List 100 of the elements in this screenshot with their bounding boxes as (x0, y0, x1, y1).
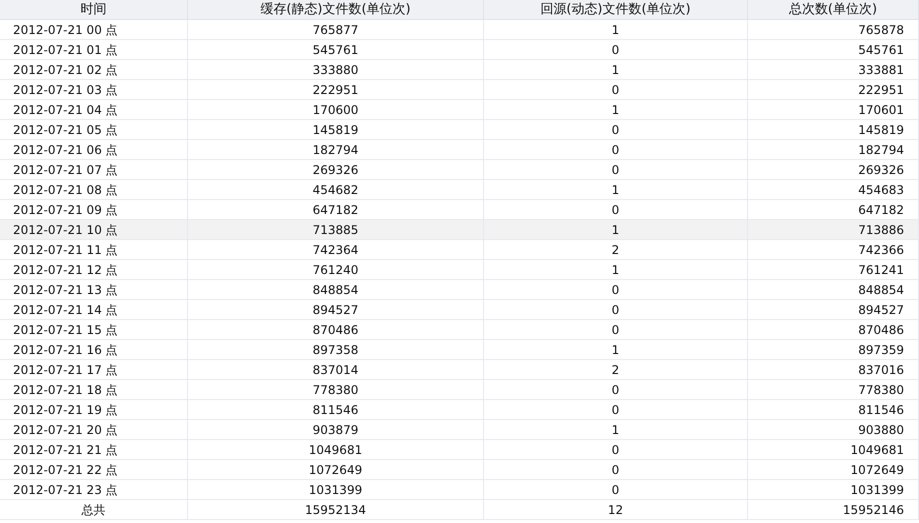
table-row[interactable]: 2012-07-21 20 点 903879 1 903880 (0, 420, 919, 440)
total-cell-text: 15952134 (304, 502, 366, 518)
table-cell-text: 897359 (858, 342, 905, 358)
table-row[interactable]: 2012-07-21 12 点 761240 1 761241 (0, 260, 919, 280)
table-row[interactable]: 2012-07-21 05 点 145819 0 145819 (0, 120, 919, 140)
table-cell-text: 0 (612, 382, 620, 398)
table-row[interactable]: 2012-07-21 16 点 897358 1 897359 (0, 340, 919, 360)
table-cell-text: 742366 (858, 242, 905, 258)
table-cell-text: 222951 (312, 82, 358, 98)
table-row[interactable]: 2012-07-21 07 点 269326 0 269326 (0, 160, 919, 180)
table-row[interactable]: 2012-07-21 10 点 713885 1 713886 (0, 220, 919, 240)
table-cell-text: 2012-07-21 11 点 (12, 242, 118, 258)
table-cell-text: 2012-07-21 07 点 (12, 162, 118, 178)
table-cell-text: 2 (612, 242, 620, 258)
table-cell-text: 269326 (858, 162, 905, 178)
table-cell-text: 333881 (858, 62, 905, 78)
table-cell-text: 848854 (312, 282, 358, 298)
total-cell-text: 15952146 (842, 502, 905, 518)
table-cell-text: 2012-07-21 08 点 (12, 182, 118, 198)
table-cell-text: 545761 (312, 42, 358, 58)
column-header: 缓存(静态)文件数(单位次) (188, 0, 484, 19)
table-cell-text: 269326 (312, 162, 358, 178)
table-cell-text: 2012-07-21 10 点 (12, 222, 118, 238)
table-cell-text: 837016 (858, 362, 905, 378)
table-cell-text: 2012-07-21 00 点 (12, 22, 118, 38)
table-cell-text: 1 (612, 422, 620, 438)
table-row[interactable]: 2012-07-21 21 点 1049681 0 1049681 (0, 440, 919, 460)
table-cell-text: 2012-07-21 03 点 (12, 82, 118, 98)
table-row[interactable]: 2012-07-21 18 点 778380 0 778380 (0, 380, 919, 400)
table-cell-text: 454682 (312, 182, 358, 198)
table-cell-text: 2012-07-21 06 点 (12, 142, 118, 158)
table-row[interactable]: 2012-07-21 11 点 742364 2 742366 (0, 240, 919, 260)
table-row[interactable]: 2012-07-21 15 点 870486 0 870486 (0, 320, 919, 340)
table-cell-text: 897358 (312, 342, 358, 358)
table-cell-text: 2012-07-21 04 点 (12, 102, 118, 118)
table-cell-text: 2012-07-21 09 点 (12, 202, 118, 218)
table-row[interactable]: 2012-07-21 14 点 894527 0 894527 (0, 300, 919, 320)
table-row[interactable]: 2012-07-21 04 点 170600 1 170601 (0, 100, 919, 120)
column-header: 回源(动态)文件数(单位次) (484, 0, 748, 19)
table-cell-text: 222951 (858, 82, 905, 98)
column-header: 总次数(单位次) (748, 0, 919, 19)
table-cell-text: 0 (612, 402, 620, 418)
table-row[interactable]: 2012-07-21 17 点 837014 2 837016 (0, 360, 919, 380)
table-cell-text: 765878 (858, 22, 905, 38)
table-cell-text: 2012-07-21 18 点 (12, 382, 118, 398)
table-cell-text: 1 (612, 262, 620, 278)
table-cell-text: 1072649 (308, 462, 362, 478)
table-cell-text: 0 (612, 202, 620, 218)
table-cell-text: 765877 (312, 22, 358, 38)
table-cell-text: 2012-07-21 16 点 (12, 342, 118, 358)
table-cell-text: 778380 (312, 382, 358, 398)
table-cell-text: 145819 (312, 122, 358, 138)
table-cell-text: 1 (612, 22, 620, 38)
table-cell-text: 0 (612, 122, 620, 138)
table-cell-text: 761241 (858, 262, 905, 278)
table-cell-text: 2012-07-21 05 点 (12, 122, 118, 138)
table-cell-text: 145819 (858, 122, 905, 138)
table-row[interactable]: 2012-07-21 19 点 811546 0 811546 (0, 400, 919, 420)
table-cell-text: 545761 (858, 42, 905, 58)
table-cell-text: 2012-07-21 02 点 (12, 62, 118, 78)
table-cell-text: 0 (612, 142, 620, 158)
table-row[interactable]: 2012-07-21 13 点 848854 0 848854 (0, 280, 919, 300)
table-cell-text: 0 (612, 302, 620, 318)
table-cell-text: 894527 (858, 302, 905, 318)
table-row[interactable]: 2012-07-21 08 点 454682 1 454683 (0, 180, 919, 200)
table-cell-text: 1031399 (308, 482, 362, 498)
table-cell-text: 713885 (312, 222, 358, 238)
table-cell-text: 778380 (858, 382, 905, 398)
table-cell-text: 811546 (312, 402, 358, 418)
table-row[interactable]: 2012-07-21 06 点 182794 0 182794 (0, 140, 919, 160)
table-cell-text: 647182 (312, 202, 358, 218)
table-cell-text: 713886 (858, 222, 905, 238)
table-row[interactable]: 2012-07-21 22 点 1072649 0 1072649 (0, 460, 919, 480)
table-cell-text: 2012-07-21 13 点 (12, 282, 118, 298)
table-cell-text: 2012-07-21 23 点 (12, 482, 118, 498)
table-row[interactable]: 2012-07-21 03 点 222951 0 222951 (0, 80, 919, 100)
table-cell-text: 0 (612, 482, 620, 498)
table-row[interactable]: 2012-07-21 01 点 545761 0 545761 (0, 40, 919, 60)
table-cell-text: 2012-07-21 01 点 (12, 42, 118, 58)
table-cell-text: 333880 (312, 62, 358, 78)
table-cell-text: 0 (612, 442, 620, 458)
table-cell-text: 170601 (858, 102, 905, 118)
table-row[interactable]: 2012-07-21 00 点 765877 1 765878 (0, 20, 919, 40)
table-row[interactable]: 2012-07-21 23 点 1031399 0 1031399 (0, 480, 919, 500)
total-cell-text: 12 (608, 502, 624, 518)
table-cell-text: 1 (612, 102, 620, 118)
table-cell-text: 1049681 (850, 442, 905, 458)
table-cell-text: 0 (612, 322, 620, 338)
table-row[interactable]: 2012-07-21 02 点 333880 1 333881 (0, 60, 919, 80)
table-cell-text: 2012-07-21 17 点 (12, 362, 118, 378)
table-cell-text: 170600 (312, 102, 358, 118)
column-header: 时间 (0, 0, 188, 19)
table-cell-text: 837014 (312, 362, 358, 378)
table-row[interactable]: 2012-07-21 09 点 647182 0 647182 (0, 200, 919, 220)
table-cell-text: 454683 (858, 182, 905, 198)
table-cell-text: 0 (612, 82, 620, 98)
table-cell-text: 647182 (858, 202, 905, 218)
table-cell-text: 0 (612, 282, 620, 298)
table-cell-text: 742364 (312, 242, 358, 258)
table-cell-text: 761240 (312, 262, 358, 278)
